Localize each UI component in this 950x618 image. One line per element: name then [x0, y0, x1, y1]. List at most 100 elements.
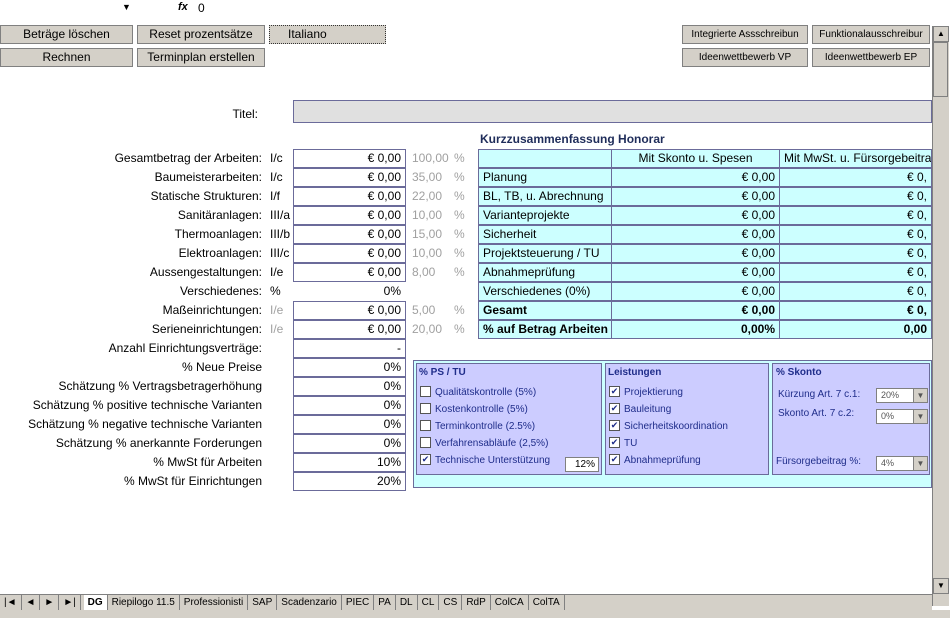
- scroll-up-icon[interactable]: ▲: [933, 26, 949, 42]
- fuersorge-select[interactable]: 4% ▼: [876, 456, 928, 471]
- row-amount[interactable]: € 0,00: [293, 187, 406, 206]
- checkbox-icon[interactable]: ✔: [609, 453, 620, 465]
- terminplan-button[interactable]: Terminplan erstellen: [137, 48, 265, 67]
- titel-input[interactable]: [293, 100, 932, 123]
- summary-row-value1: € 0,00: [611, 187, 780, 206]
- reset-prozentsaetze-button[interactable]: Reset prozentsätze: [137, 25, 265, 44]
- checkbox-icon[interactable]: [420, 402, 431, 414]
- row-code: III/a: [270, 208, 291, 222]
- parameter-value[interactable]: 0%: [293, 396, 406, 415]
- skonto-select[interactable]: 0% ▼: [876, 409, 928, 424]
- sheet-tab[interactable]: DL: [396, 595, 418, 610]
- sheet-tab[interactable]: PIEC: [342, 595, 375, 610]
- chevron-down-icon[interactable]: ▼: [913, 410, 927, 423]
- nav-next-icon[interactable]: ►: [40, 595, 60, 610]
- parameter-value[interactable]: 20%: [293, 472, 406, 491]
- nav-prev-icon[interactable]: ◄: [22, 595, 41, 610]
- sheet-tab[interactable]: SAP: [248, 595, 278, 610]
- checkbox-row[interactable]: ✔ Abnahmeprüfung: [609, 453, 701, 468]
- parameter-value[interactable]: 0%: [293, 358, 406, 377]
- row-percent[interactable]: 22,00: [412, 187, 442, 206]
- scroll-down-icon[interactable]: ▼: [933, 578, 949, 594]
- checkbox-row[interactable]: Verfahrensabläufe (2,5%): [420, 436, 548, 451]
- row-label: Aussengestaltungen:: [149, 265, 262, 279]
- betraege-loeschen-button[interactable]: Beträge löschen: [0, 25, 133, 44]
- row-percent[interactable]: 100,00: [412, 149, 449, 168]
- checkbox-icon[interactable]: ✔: [609, 419, 620, 431]
- parameter-value[interactable]: 0%: [293, 434, 406, 453]
- sheet-tab[interactable]: RdP: [462, 595, 491, 610]
- technische-value[interactable]: 12%: [565, 457, 599, 472]
- checkbox-row[interactable]: ✔ Technische Unterstützung: [420, 453, 550, 468]
- row-amount[interactable]: € 0,00: [293, 263, 406, 282]
- row-percent[interactable]: 10,00: [412, 244, 442, 263]
- sheet-tab[interactable]: CL: [418, 595, 440, 610]
- scroll-thumb[interactable]: [933, 42, 948, 97]
- nav-first-icon[interactable]: |◄: [0, 595, 22, 610]
- integrierte-ausschreibung-button[interactable]: Integrierte Assschreibun: [682, 25, 808, 44]
- row-label: Verschiedenes:: [179, 284, 262, 298]
- checkbox-row[interactable]: ✔ TU: [609, 436, 637, 451]
- row-amount[interactable]: 0%: [293, 282, 406, 301]
- row-code: I/e: [270, 265, 284, 279]
- sheet-tab[interactable]: Professionisti: [180, 595, 249, 610]
- row-amount[interactable]: € 0,00: [293, 168, 406, 187]
- sheet-tab[interactable]: ColCA: [491, 595, 529, 610]
- row-amount[interactable]: € 0,00: [293, 206, 406, 225]
- sheet-tab[interactable]: ColTA: [529, 595, 565, 610]
- checkbox-row[interactable]: Qualitätskontrolle (5%): [420, 385, 536, 400]
- sheet-tab[interactable]: PA: [374, 595, 396, 610]
- namebox-dropdown-icon[interactable]: ▼: [122, 2, 131, 12]
- row-amount[interactable]: € 0,00: [293, 149, 406, 168]
- row-amount[interactable]: € 0,00: [293, 244, 406, 263]
- vertical-scrollbar[interactable]: ▲ ▼: [932, 26, 949, 606]
- funktionalausschreibung-button[interactable]: Funktionalausschreibur: [812, 25, 930, 44]
- row-percent[interactable]: 8,00: [412, 263, 435, 282]
- checkbox-row[interactable]: Terminkontrolle (2.5%): [420, 419, 535, 434]
- ideenwettbewerb-vp-button[interactable]: Ideenwettbewerb VP: [682, 48, 808, 67]
- parameter-value[interactable]: 0%: [293, 415, 406, 434]
- sheet-tab[interactable]: DG: [83, 595, 108, 610]
- summary-row-value2: € 0,: [779, 301, 932, 320]
- rechnen-button[interactable]: Rechnen: [0, 48, 133, 67]
- skonto-value: 0%: [881, 411, 895, 421]
- checkbox-row[interactable]: ✔ Bauleitung: [609, 402, 671, 417]
- checkbox-icon[interactable]: ✔: [609, 436, 620, 448]
- checkbox-icon[interactable]: ✔: [609, 385, 620, 397]
- row-percent[interactable]: 35,00: [412, 168, 442, 187]
- checkbox-row[interactable]: ✔ Projektierung: [609, 385, 683, 400]
- parameter-label: Schätzung % positive technische Variante…: [32, 398, 262, 412]
- checkbox-icon[interactable]: [420, 436, 431, 448]
- nav-last-icon[interactable]: ►|: [59, 595, 81, 610]
- summary-row-value1: € 0,00: [611, 168, 780, 187]
- sheet-tab[interactable]: CS: [439, 595, 463, 610]
- chevron-down-icon[interactable]: ▼: [913, 389, 927, 402]
- checkbox-icon[interactable]: ✔: [609, 402, 620, 414]
- checkbox-row[interactable]: Kostenkontrolle (5%): [420, 402, 528, 417]
- row-amount[interactable]: € 0,00: [293, 320, 406, 339]
- row-percent[interactable]: 5,00: [412, 301, 435, 320]
- chevron-down-icon[interactable]: ▼: [913, 457, 927, 470]
- row-percent[interactable]: 20,00: [412, 320, 442, 339]
- checkbox-row[interactable]: ✔ Sicherheitskoordination: [609, 419, 728, 434]
- checkbox-icon[interactable]: [420, 385, 431, 397]
- row-code: I/c: [270, 170, 283, 184]
- parameter-value[interactable]: -: [293, 339, 406, 358]
- sheet-tab[interactable]: Scadenzario: [277, 595, 342, 610]
- checkbox-icon[interactable]: [420, 419, 431, 431]
- italiano-button[interactable]: Italiano: [269, 25, 386, 44]
- parameter-value[interactable]: 10%: [293, 453, 406, 472]
- kuerzung-select[interactable]: 20% ▼: [876, 388, 928, 403]
- sheet-tab[interactable]: Riepilogo 11.5: [108, 595, 180, 610]
- parameter-value[interactable]: 0%: [293, 377, 406, 396]
- summary-row-value2: € 0,: [779, 168, 932, 187]
- row-percent[interactable]: 10,00: [412, 206, 442, 225]
- formula-value[interactable]: 0: [198, 1, 205, 15]
- row-amount[interactable]: € 0,00: [293, 301, 406, 320]
- row-amount[interactable]: € 0,00: [293, 225, 406, 244]
- row-percent[interactable]: 15,00: [412, 225, 442, 244]
- ideenwettbewerb-ep-button[interactable]: Ideenwettbewerb EP: [812, 48, 930, 67]
- checkbox-icon[interactable]: ✔: [420, 453, 431, 465]
- function-icon[interactable]: fx: [178, 1, 188, 13]
- summary-row-value1: € 0,00: [611, 301, 780, 320]
